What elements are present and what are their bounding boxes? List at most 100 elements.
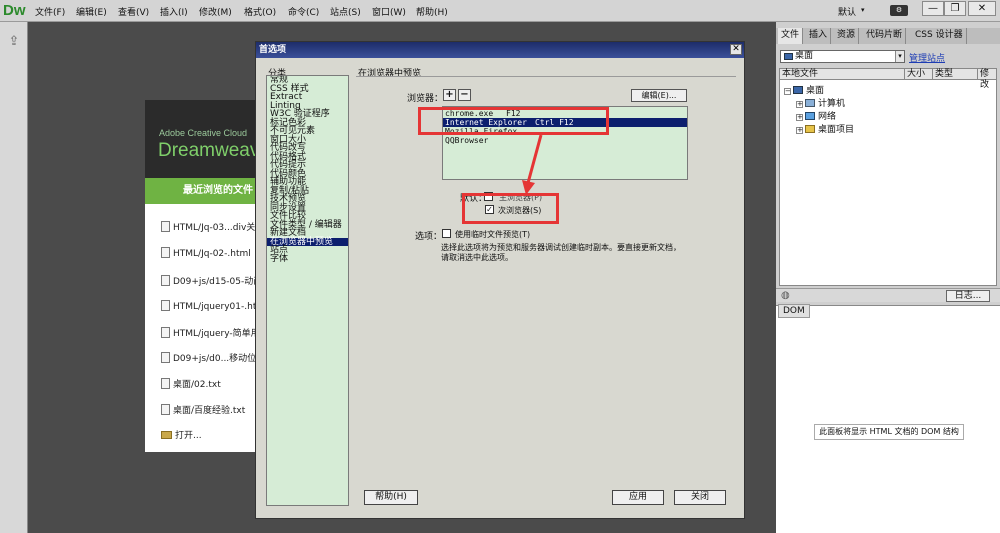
recent-file[interactable]: HTML/Jq-02-.html (161, 247, 260, 261)
tree-node-desktop-items[interactable]: + 桌面项目 (796, 122, 854, 135)
file-icon (161, 275, 170, 286)
log-button[interactable]: 日志... (946, 290, 990, 302)
open-file-link[interactable]: 打开... (161, 428, 260, 442)
insert-panel-icon[interactable]: ⇪ (6, 34, 22, 56)
menu-window[interactable]: 窗口(W) (372, 5, 406, 18)
panel-tabbar: 文件 插入 资源 代码片断 CSS 设计器 (776, 28, 1000, 44)
file-icon (161, 221, 170, 232)
tree-node-desktop[interactable]: − 桌面 (784, 83, 824, 96)
right-panels: 文件 插入 资源 代码片断 CSS 设计器 桌面 ▾ 管理站点 本地文件 大小 … (776, 22, 1000, 533)
desktop-icon (793, 86, 803, 94)
highlight-box (462, 193, 559, 224)
dialog-close-button[interactable]: ✕ (730, 44, 742, 55)
chevron-down-icon[interactable]: ▾ (895, 51, 904, 62)
adobe-cc-label: Adobe Creative Cloud (159, 128, 248, 138)
file-tree[interactable]: 本地文件 大小 类型 修改 − 桌面 + 计算机 + 网络 + 桌面项目 (779, 68, 997, 286)
recent-file[interactable]: HTML/Jq-03...div关联.html (161, 220, 260, 234)
section-title: 在浏览器中预览 (358, 69, 422, 79)
close-button[interactable]: 关闭 (674, 490, 726, 505)
dreamweaver-logo: Dw (3, 2, 26, 19)
temp-file-checkbox[interactable] (442, 229, 451, 238)
chevron-down-icon[interactable]: ▾ (861, 6, 865, 14)
menubar: Dw 文件(F) 编辑(E) 查看(V) 插入(I) 修改(M) 格式(O) 命… (0, 0, 1000, 22)
file-icon (161, 300, 170, 311)
category-list[interactable]: 常规 CSS 样式 Extract Linting W3C 验证程序 标记色彩 不可见元素窗… (266, 75, 349, 506)
tab-files[interactable]: 文件 (778, 28, 804, 44)
column-type[interactable]: 类型 (932, 69, 977, 80)
dom-panel: DOM 此面板将显示 HTML 文档的 DOM 结构 (776, 304, 1000, 533)
file-icon (161, 378, 170, 389)
tab-css-designer[interactable]: CSS 设计器 (912, 28, 967, 44)
menu-format[interactable]: 格式(O) (244, 5, 276, 18)
menu-modify[interactable]: 修改(M) (199, 5, 232, 18)
dom-panel-tab[interactable]: DOM (778, 304, 810, 318)
folder-icon (805, 125, 815, 133)
recent-file[interactable]: D09+js/d0...移动位置.html (161, 351, 260, 365)
category-item[interactable]: 字体 (267, 254, 348, 264)
add-browser-button[interactable]: + (443, 89, 456, 101)
menu-file[interactable]: 文件(F) (35, 5, 65, 18)
dialog-title: 首选项 (256, 42, 744, 58)
temp-file-description: 选择此选项将为预览和服务器调试创建临时副本。要直接更新文档，请取消选中此选项。 (441, 243, 681, 262)
recent-file[interactable]: D09+js/d15-05-动画.html (161, 274, 260, 288)
file-icon (161, 352, 170, 363)
highlight-box (418, 107, 609, 135)
edit-browser-button[interactable]: 编辑(E)... (631, 89, 687, 102)
recent-file[interactable]: 桌面/02.txt (161, 377, 260, 391)
browser-name: QQBrowser (445, 136, 489, 145)
menu-view[interactable]: 查看(V) (118, 5, 149, 18)
menu-help[interactable]: 帮助(H) (416, 5, 448, 18)
menu-insert[interactable]: 插入(I) (160, 5, 188, 18)
start-page: Adobe Creative Cloud Dreamweaver 最近浏览的文件… (145, 100, 260, 452)
recent-file[interactable]: HTML/jquery01-.html (161, 300, 260, 314)
computer-icon (805, 99, 815, 107)
tree-node-computer[interactable]: + 计算机 (796, 96, 845, 109)
browsers-label: 浏览器： (407, 94, 444, 104)
network-icon (805, 112, 815, 120)
column-local-files[interactable]: 本地文件 (780, 69, 904, 80)
maximize-button[interactable]: ❐ (944, 1, 966, 16)
file-icon (161, 404, 170, 415)
file-tree-header: 本地文件 大小 类型 修改 (780, 69, 997, 90)
menu-edit[interactable]: 编辑(E) (76, 5, 107, 18)
tool-strip: ⇪ (0, 22, 28, 533)
dom-empty-message: 此面板将显示 HTML 文档的 DOM 结构 (814, 424, 964, 440)
globe-icon[interactable]: ◍ (781, 290, 790, 301)
tree-node-network[interactable]: + 网络 (796, 109, 836, 122)
browser-row[interactable]: QQBrowser (443, 136, 687, 145)
start-page-banner: Adobe Creative Cloud Dreamweaver (145, 100, 260, 178)
workspace-switcher[interactable]: 默认 (838, 5, 856, 18)
recent-file[interactable]: HTML/jquery-简单用法.html (161, 326, 260, 340)
column-size[interactable]: 大小 (904, 69, 932, 80)
remove-browser-button[interactable]: − (458, 89, 471, 101)
help-button[interactable]: 帮助(H) (364, 490, 418, 505)
file-icon (161, 327, 170, 338)
expand-icon[interactable]: + (796, 101, 803, 108)
expand-icon[interactable]: + (796, 114, 803, 121)
sync-settings-icon[interactable]: ⚙ (890, 5, 908, 16)
apply-button[interactable]: 应用 (612, 490, 664, 505)
recent-file[interactable]: 桌面/百度经验.txt (161, 403, 260, 417)
site-select[interactable]: 桌面 ▾ (780, 50, 905, 63)
manage-sites-link[interactable]: 管理站点 (909, 51, 945, 64)
product-name: Dreamweaver (158, 140, 260, 161)
menu-commands[interactable]: 命令(C) (288, 5, 319, 18)
temp-file-label: 使用临时文件预览(T) (455, 230, 531, 239)
minimize-button[interactable]: — (922, 1, 944, 16)
close-window-button[interactable]: ✕ (968, 1, 996, 16)
folder-icon (161, 431, 172, 439)
collapse-icon[interactable]: − (784, 88, 791, 95)
log-row: ◍ 日志... (776, 288, 1000, 302)
recent-files-heading: 最近浏览的文件 (145, 178, 260, 204)
file-icon (161, 247, 170, 258)
menu-site[interactable]: 站点(S) (330, 5, 361, 18)
section-divider (356, 76, 736, 77)
desktop-icon (784, 53, 793, 60)
site-row: 桌面 ▾ 管理站点 (776, 47, 1000, 65)
tab-snippets[interactable]: 代码片断 (863, 28, 907, 44)
tab-assets[interactable]: 资源 (834, 28, 860, 44)
column-modified[interactable]: 修改 (977, 69, 997, 90)
expand-icon[interactable]: + (796, 127, 803, 134)
options-label: 选项： (415, 232, 443, 242)
tab-insert[interactable]: 插入 (806, 28, 832, 44)
